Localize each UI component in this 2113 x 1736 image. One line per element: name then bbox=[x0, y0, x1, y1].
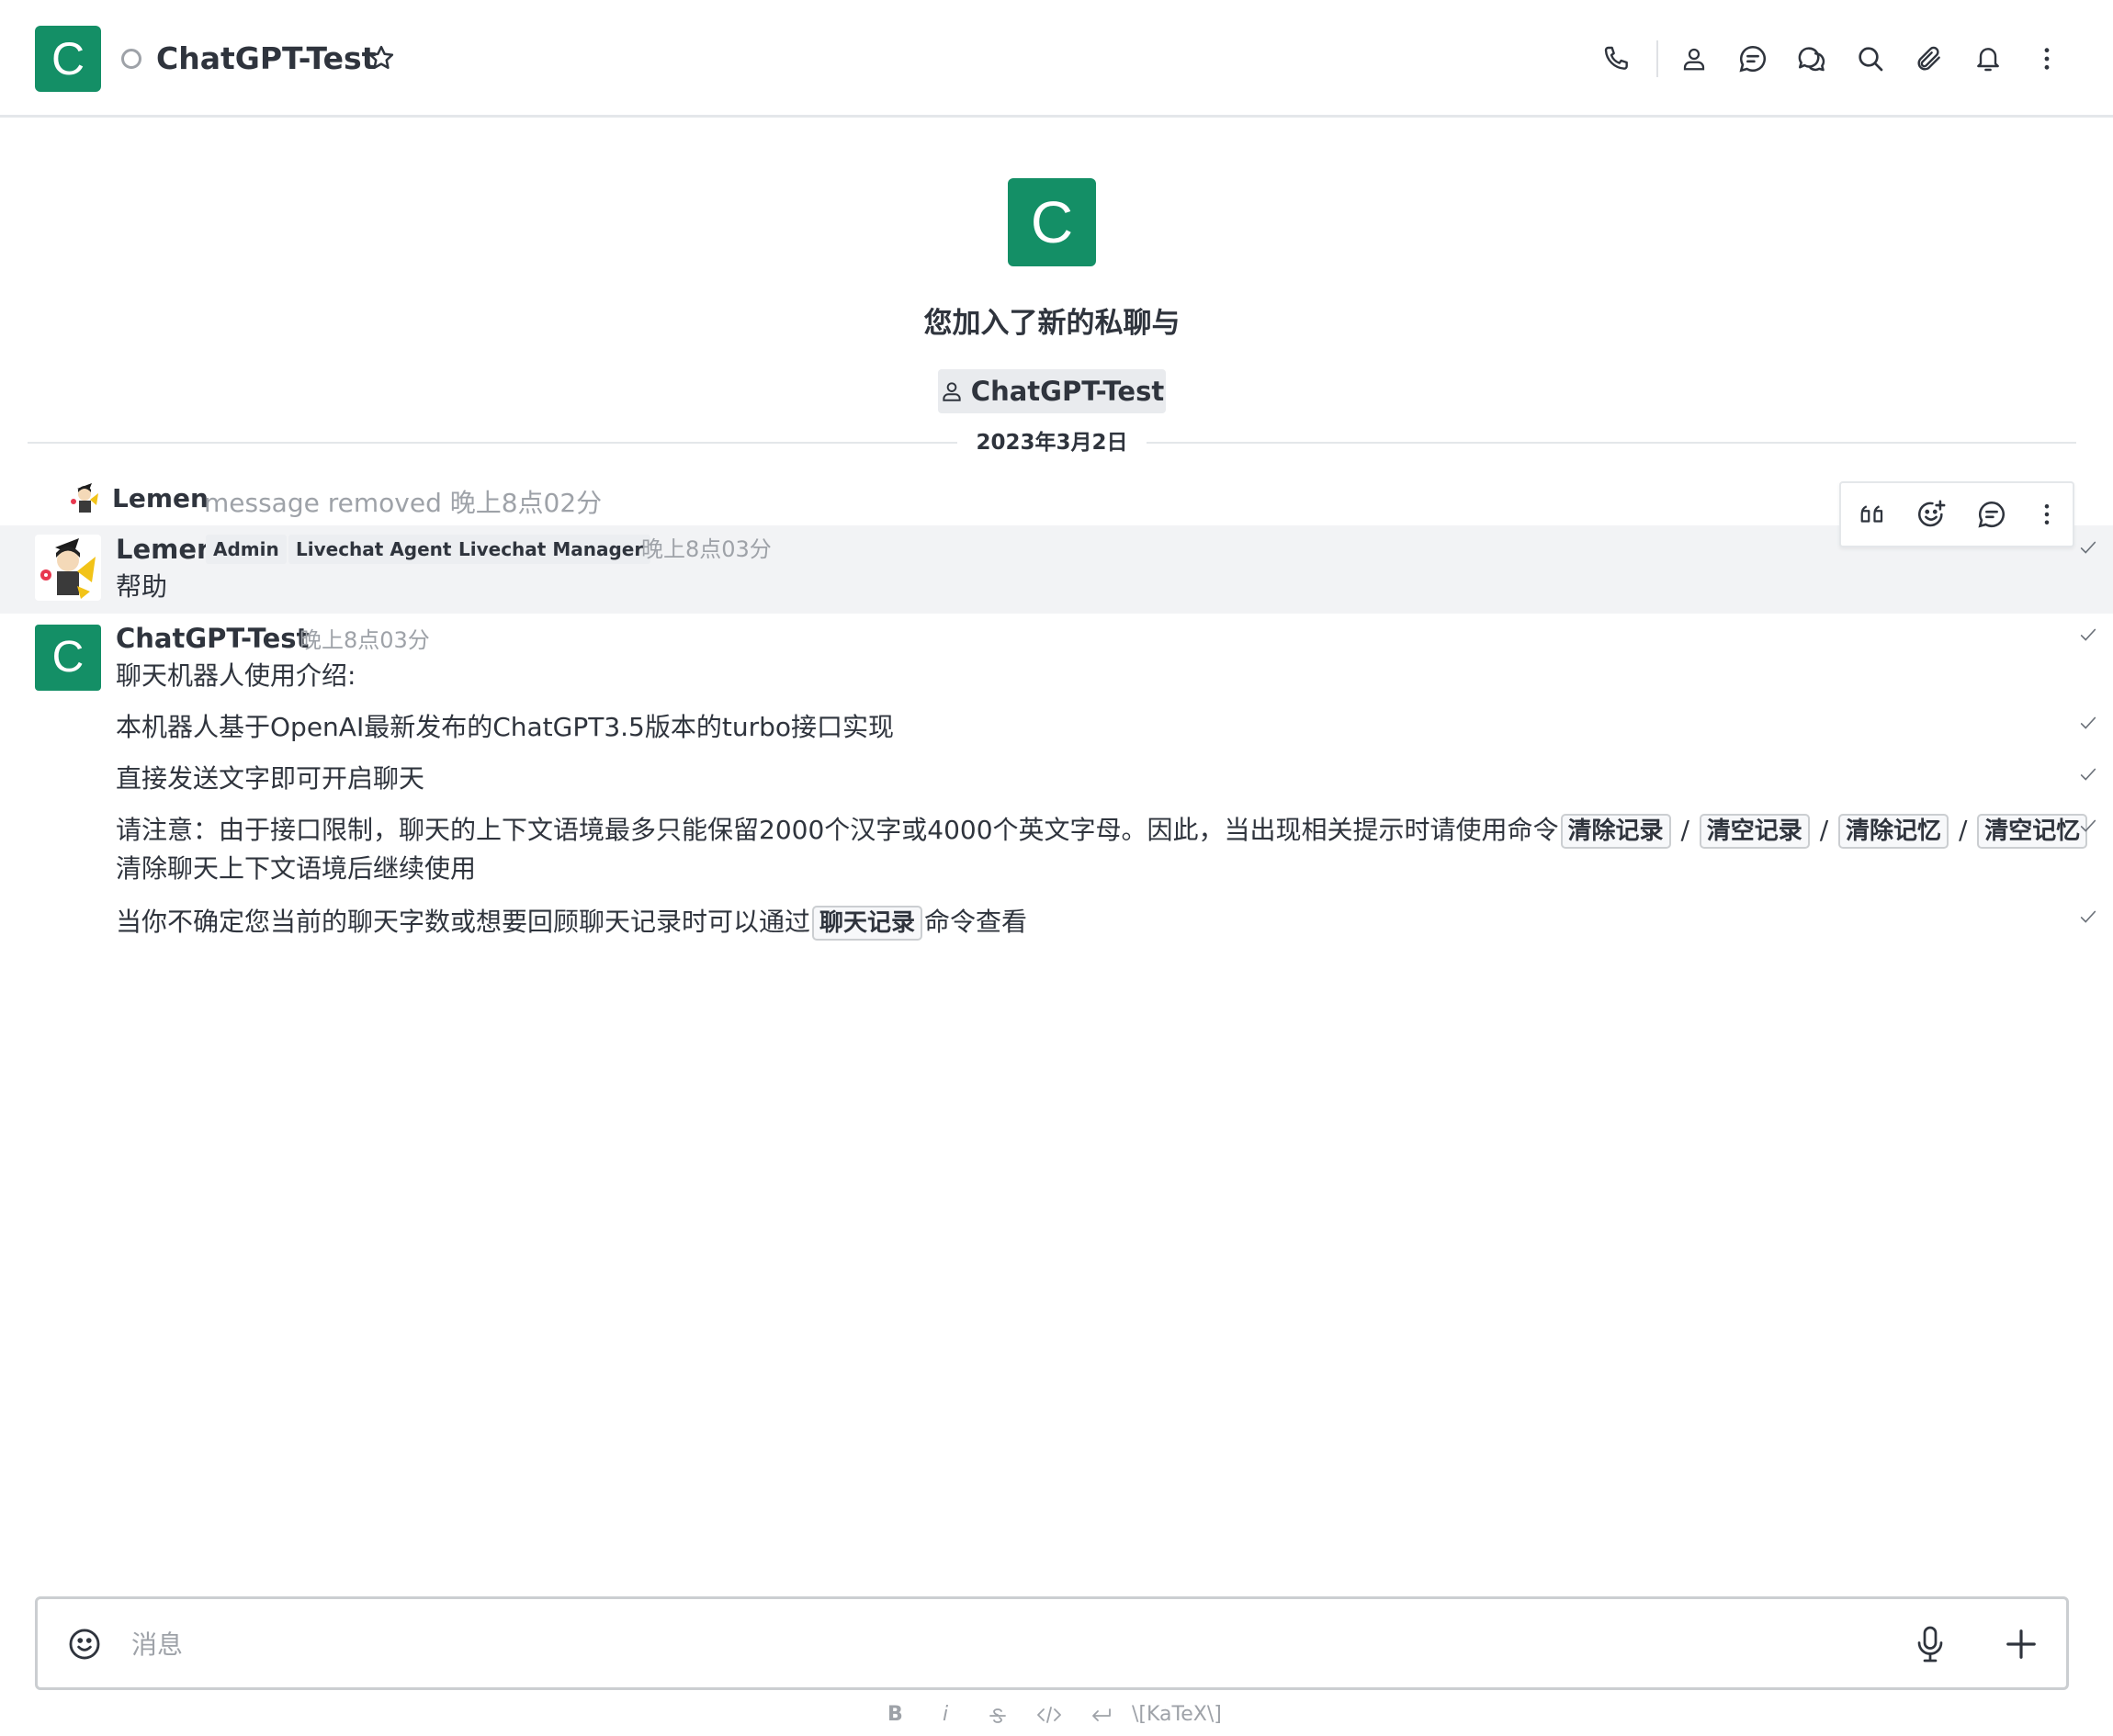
favorite-star-icon[interactable] bbox=[367, 44, 395, 72]
message-line: 聊天机器人使用介绍: bbox=[116, 660, 356, 691]
intro-user-chip[interactable]: ChatGPT-Test bbox=[938, 369, 1166, 413]
italic-button[interactable]: i bbox=[943, 1699, 948, 1730]
message-kebab-icon[interactable] bbox=[2028, 496, 2065, 533]
role-tag-admin: Admin bbox=[206, 535, 287, 564]
bold-button[interactable]: B bbox=[887, 1699, 903, 1730]
separator: / bbox=[1672, 815, 1698, 845]
phone-icon[interactable] bbox=[1595, 37, 1639, 81]
role-tag-livechat-manager: Livechat Manager bbox=[451, 535, 651, 564]
message-action-toolbar bbox=[1839, 481, 2074, 547]
read-check-icon bbox=[2080, 768, 2096, 781]
read-check-icon bbox=[2080, 819, 2096, 832]
reply-in-thread-icon[interactable] bbox=[1973, 496, 2010, 533]
add-reaction-icon[interactable] bbox=[1913, 496, 1949, 533]
system-message-user[interactable]: Lemen bbox=[112, 483, 209, 513]
separator: / bbox=[1811, 815, 1837, 845]
header-divider bbox=[1656, 40, 1658, 77]
date-divider: 2023年3月2日 bbox=[957, 427, 1147, 458]
code-icon[interactable] bbox=[1036, 1704, 1062, 1726]
role-tag-livechat-agent: Livechat Agent bbox=[288, 535, 459, 564]
message-author[interactable]: Lemen bbox=[116, 531, 216, 568]
lemen-small-avatar[interactable] bbox=[68, 479, 101, 516]
command-chip[interactable]: 聊天记录 bbox=[812, 906, 923, 941]
read-check-icon bbox=[2080, 628, 2096, 641]
message-body: 帮助 bbox=[116, 571, 168, 602]
system-message: Lemen message removed 晚上8点02分 bbox=[0, 476, 2113, 520]
attachment-icon[interactable] bbox=[1907, 37, 1951, 81]
bell-icon[interactable] bbox=[1966, 37, 2010, 81]
read-check-icon bbox=[2080, 716, 2096, 729]
intro-text: 您加入了新的私聊与 bbox=[923, 307, 1181, 340]
strikethrough-icon[interactable] bbox=[987, 1705, 1009, 1727]
command-chip[interactable]: 清除记录 bbox=[1560, 814, 1671, 849]
intro-room-avatar: C bbox=[1008, 178, 1096, 266]
command-chip[interactable]: 清空记忆 bbox=[1977, 814, 2088, 849]
separator: / bbox=[1950, 815, 1976, 845]
read-check-icon bbox=[2080, 910, 2096, 923]
notice-text: 请注意：由于接口限制，聊天的上下文语境最多只能保留2000个汉字或4000个英文… bbox=[116, 815, 1559, 845]
command-chip[interactable]: 清空记录 bbox=[1699, 814, 1810, 849]
user-icon bbox=[943, 382, 961, 401]
message-time[interactable]: 晚上8点03分 bbox=[641, 531, 772, 568]
message-time[interactable]: 晚上8点03分 bbox=[299, 622, 430, 659]
search-icon[interactable] bbox=[1848, 37, 1893, 81]
room-avatar[interactable]: C bbox=[35, 26, 101, 92]
message-line-history: 当你不确定您当前的聊天字数或想要回顾聊天记录时可以通过 聊天记录 命令查看 bbox=[116, 903, 1027, 941]
microphone-icon[interactable] bbox=[1914, 1625, 1947, 1663]
threads-icon[interactable] bbox=[1790, 37, 1834, 81]
status-indicator bbox=[121, 49, 141, 69]
katex-button[interactable]: \[KaTeX\] bbox=[1132, 1699, 1222, 1730]
history-text: 当你不确定您当前的聊天字数或想要回顾聊天记录时可以通过 bbox=[116, 907, 811, 937]
multiline-code-icon[interactable] bbox=[1090, 1704, 1113, 1726]
command-chip[interactable]: 清除记忆 bbox=[1838, 814, 1949, 849]
message-line: 直接发送文字即可开启聊天 bbox=[116, 763, 425, 794]
intro-chip-label: ChatGPT-Test bbox=[970, 376, 1165, 407]
discussion-icon[interactable] bbox=[1731, 37, 1775, 81]
message-input[interactable] bbox=[131, 1619, 1785, 1669]
kebab-icon[interactable] bbox=[2025, 37, 2069, 81]
message-line: 本机器人基于OpenAI最新发布的ChatGPT3.5版本的turbo接口实现 bbox=[116, 712, 894, 742]
emoji-icon[interactable] bbox=[67, 1627, 102, 1662]
read-check-icon bbox=[2080, 541, 2096, 554]
quote-icon[interactable] bbox=[1854, 496, 1891, 533]
history-text-suffix: 命令查看 bbox=[924, 907, 1028, 937]
room-header: C ChatGPT-Test bbox=[0, 0, 2113, 118]
message-line-notice: 请注意：由于接口限制，聊天的上下文语境最多只能保留2000个汉字或4000个英文… bbox=[116, 811, 2088, 850]
formatting-toolbar: B i \[KaTeX\] bbox=[0, 1699, 2113, 1730]
plus-icon[interactable] bbox=[2004, 1627, 2039, 1662]
message-composer bbox=[35, 1596, 2069, 1690]
bot-avatar[interactable]: C bbox=[35, 625, 101, 691]
lemen-avatar[interactable] bbox=[35, 535, 101, 601]
user-info-icon[interactable] bbox=[1672, 37, 1716, 81]
room-title[interactable]: ChatGPT-Test bbox=[156, 39, 376, 79]
notice-text-continued: 清除聊天上下文语境后继续使用 bbox=[116, 853, 477, 884]
message-author[interactable]: ChatGPT-Test bbox=[116, 620, 309, 657]
system-message-text: message removed 晚上8点02分 bbox=[204, 488, 603, 518]
